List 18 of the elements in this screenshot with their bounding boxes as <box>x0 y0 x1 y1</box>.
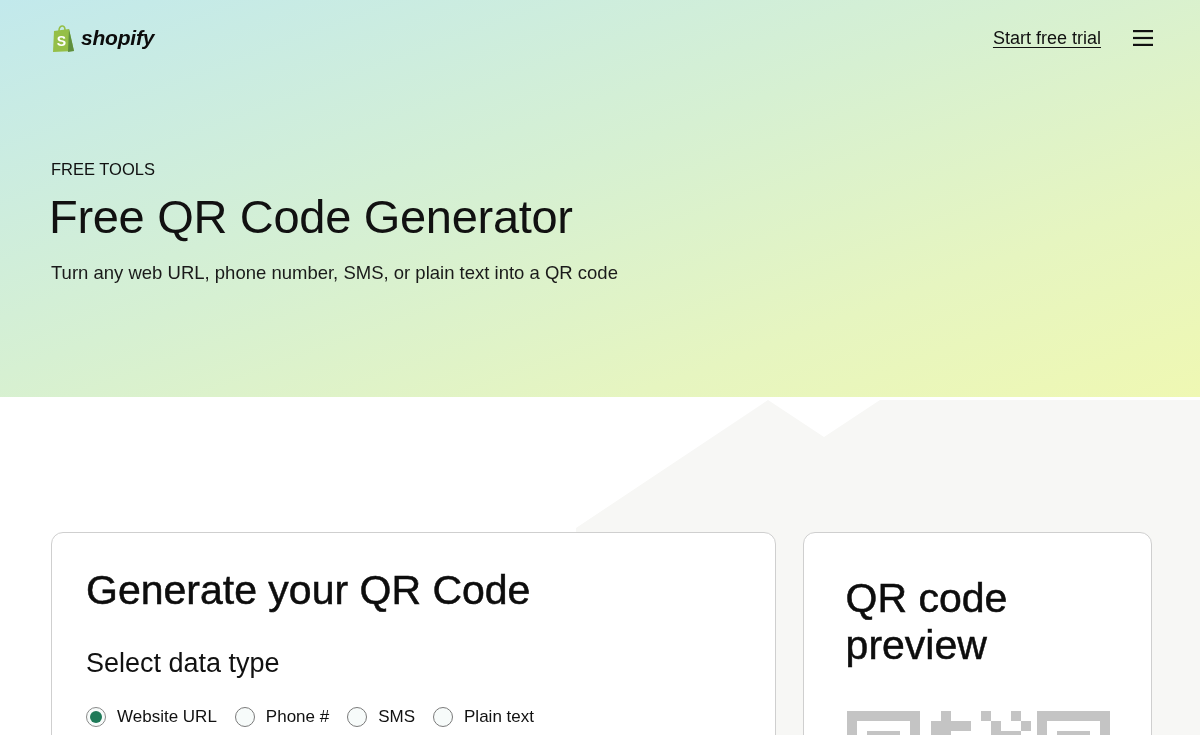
radio-label[interactable]: Plain text <box>464 706 534 728</box>
menu-button[interactable] <box>1133 30 1153 46</box>
logo-wordmark[interactable]: shopify <box>81 26 155 50</box>
radio-button[interactable] <box>433 707 454 727</box>
radio-button[interactable] <box>234 707 255 727</box>
radio-label[interactable]: Phone # <box>265 706 330 728</box>
radio-button[interactable] <box>347 707 368 727</box>
eyebrow-label: FREE TOOLS <box>51 159 156 179</box>
page-title: Free QR Code Generator <box>49 190 574 244</box>
radio-button[interactable] <box>86 707 106 727</box>
generator-title: Generate your QR Code <box>86 566 532 614</box>
preview-title: QR code preview <box>845 575 1009 669</box>
menu-icon <box>1133 30 1153 46</box>
radio-label[interactable]: Website URL <box>117 706 217 728</box>
start-free-trial-link[interactable]: Start free trial <box>992 27 1101 49</box>
radio-label[interactable]: SMS <box>378 706 416 728</box>
data-type-heading: Select data type <box>86 647 281 679</box>
page-subtitle: Turn any web URL, phone number, SMS, or plain text into a QR code <box>51 261 619 285</box>
